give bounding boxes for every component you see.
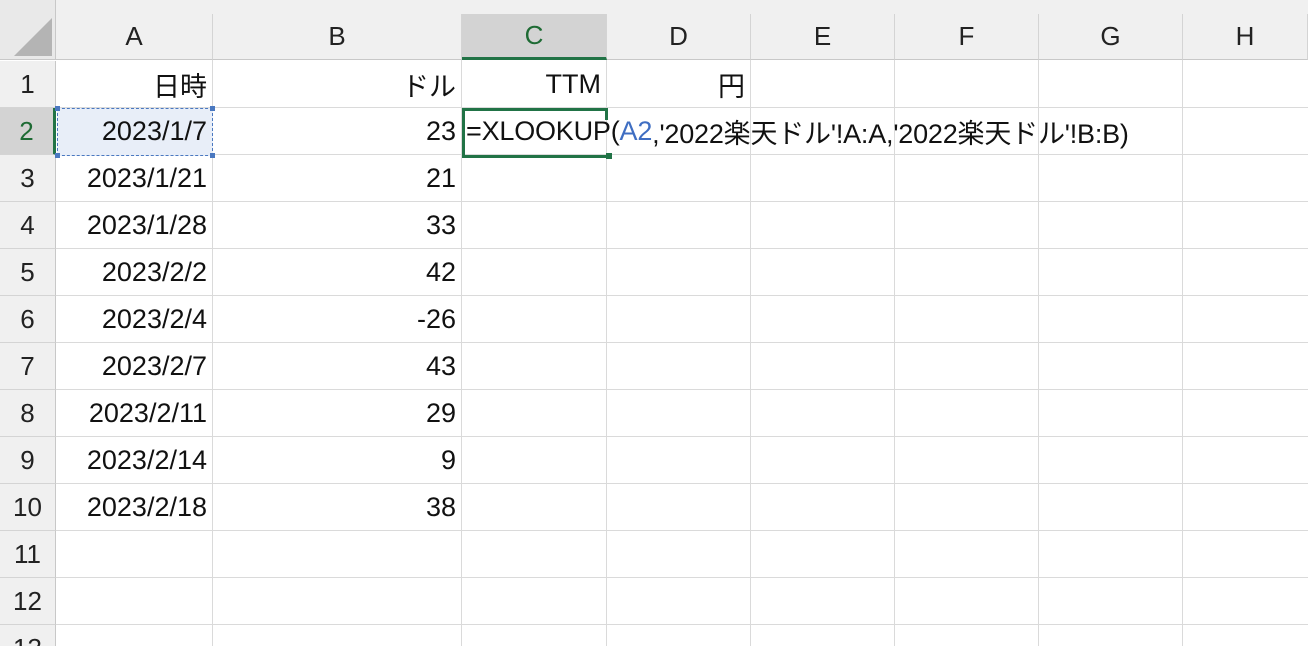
- cell-a10[interactable]: 2023/2/18: [56, 484, 213, 531]
- cell-a3[interactable]: 2023/1/21: [56, 155, 213, 202]
- row-header-8[interactable]: 8: [0, 390, 56, 437]
- cell-a6[interactable]: 2023/2/4: [56, 296, 213, 343]
- cell-c1[interactable]: TTM: [462, 61, 607, 108]
- column-header-h[interactable]: H: [1183, 14, 1308, 60]
- column-header-a[interactable]: A: [56, 14, 213, 60]
- cell-a5[interactable]: 2023/2/2: [56, 249, 213, 296]
- cell-b8[interactable]: 29: [213, 390, 462, 437]
- row-header-13[interactable]: 13: [0, 625, 56, 646]
- spreadsheet-grid: A B C D E F G H 1 2 3 4 5 6 7 8 9 10 11 …: [0, 0, 1308, 646]
- toolbar-edge: [56, 0, 1308, 14]
- formula-arguments: ,'2022楽天ドル'!A:A,'2022楽天ドル'!B:B): [652, 119, 1129, 149]
- gridline: [1182, 60, 1183, 646]
- cell-a8[interactable]: 2023/2/11: [56, 390, 213, 437]
- formula-function: =XLOOKUP(: [466, 116, 620, 146]
- gridline: [56, 624, 1308, 625]
- row-header-10[interactable]: 10: [0, 484, 56, 531]
- cell-a4[interactable]: 2023/1/28: [56, 202, 213, 249]
- cell-d1[interactable]: 円: [607, 61, 751, 108]
- column-header-b[interactable]: B: [213, 14, 462, 60]
- cell-a1[interactable]: 日時: [56, 61, 213, 108]
- cell-c2-formula-editor[interactable]: =XLOOKUP(A2 ,'2022楽天ドル'!A:A,'2022楽天ドル'!B:…: [466, 108, 1129, 155]
- cell-b4[interactable]: 33: [213, 202, 462, 249]
- column-header-c[interactable]: C: [462, 14, 607, 60]
- row-header-3[interactable]: 3: [0, 155, 56, 202]
- cell-a9[interactable]: 2023/2/14: [56, 437, 213, 484]
- row-header-4[interactable]: 4: [0, 202, 56, 249]
- row-header-9[interactable]: 9: [0, 437, 56, 484]
- column-header-d[interactable]: D: [607, 14, 751, 60]
- row-header-2[interactable]: 2: [0, 108, 56, 155]
- cell-b5[interactable]: 42: [213, 249, 462, 296]
- cell-b3[interactable]: 21: [213, 155, 462, 202]
- cell-b1[interactable]: ドル: [213, 61, 462, 108]
- cell-b10[interactable]: 38: [213, 484, 462, 531]
- row-header-12[interactable]: 12: [0, 578, 56, 625]
- cell-b9[interactable]: 9: [213, 437, 462, 484]
- select-all-triangle-icon: [14, 18, 52, 56]
- column-header-g[interactable]: G: [1039, 14, 1183, 60]
- gridline: [56, 577, 1308, 578]
- formula-reference: A2: [619, 116, 653, 146]
- cell-b2[interactable]: 23: [213, 108, 462, 155]
- row-header-7[interactable]: 7: [0, 343, 56, 390]
- cell-b7[interactable]: 43: [213, 343, 462, 390]
- cell-b6[interactable]: -26: [213, 296, 462, 343]
- row-header-5[interactable]: 5: [0, 249, 56, 296]
- cell-a7[interactable]: 2023/2/7: [56, 343, 213, 390]
- cell-a2[interactable]: 2023/1/7: [56, 108, 213, 155]
- row-header-1[interactable]: 1: [0, 61, 56, 108]
- row-header-11[interactable]: 11: [0, 531, 56, 578]
- row-header-6[interactable]: 6: [0, 296, 56, 343]
- select-all-button[interactable]: [0, 0, 56, 60]
- column-header-e[interactable]: E: [751, 14, 895, 60]
- column-header-f[interactable]: F: [895, 14, 1039, 60]
